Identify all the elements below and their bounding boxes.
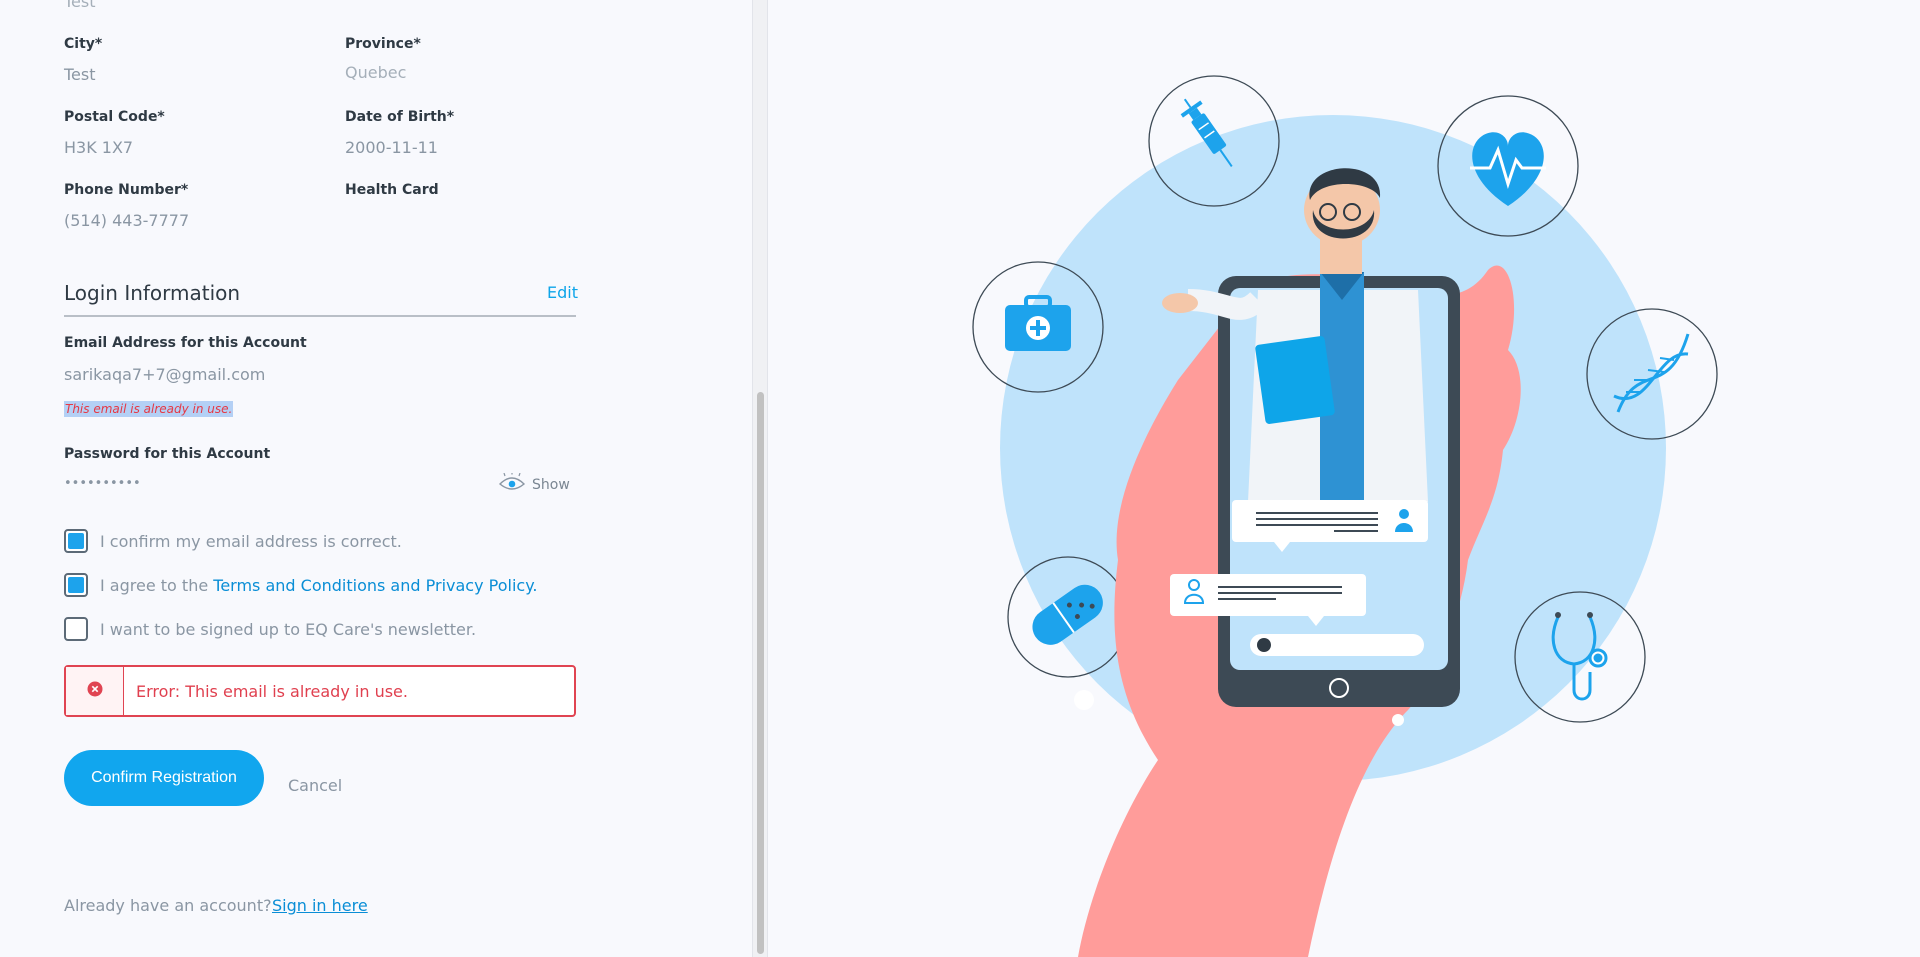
login-section-title: Login Information — [64, 281, 241, 305]
health-card-label: Health Card — [345, 182, 439, 198]
newsletter-row[interactable]: I want to be signed up to EQ Care's news… — [64, 617, 476, 641]
newsletter-checkbox[interactable] — [64, 617, 88, 641]
checkbox-checked-fill — [68, 577, 84, 593]
terms-checkbox[interactable] — [64, 573, 88, 597]
error-message: Error: This email is already in use. — [136, 681, 408, 701]
email-label: Email Address for this Account — [64, 335, 307, 351]
checkbox-checked-fill — [68, 533, 84, 549]
cancel-button[interactable]: Cancel — [288, 776, 342, 795]
terms-link[interactable]: Terms and Conditions and Privacy Policy — [213, 576, 532, 595]
scrollbar-thumb[interactable] — [757, 392, 764, 954]
error-x-icon — [87, 681, 103, 701]
province-field[interactable]: Quebec — [345, 63, 406, 82]
confirm-email-checkbox[interactable] — [64, 529, 88, 553]
show-label: Show — [532, 477, 570, 493]
error-alert: Error: This email is already in use. — [64, 665, 576, 717]
city-field[interactable]: Test — [64, 65, 96, 84]
registration-form: Test City* Test Province* Quebec Postal … — [0, 0, 752, 957]
signin-link[interactable]: Sign in here — [272, 896, 368, 915]
illustration-panel — [768, 0, 1920, 957]
decor-dot — [1074, 690, 1094, 710]
postal-code-field[interactable]: H3K 1X7 — [64, 138, 133, 157]
confirm-email-text: I confirm my email address is correct. — [100, 531, 402, 551]
scrollbar[interactable] — [752, 0, 768, 957]
password-label: Password for this Account — [64, 446, 271, 462]
postal-code-label: Postal Code* — [64, 109, 165, 125]
terms-text: I agree to the Terms and Conditions and … — [100, 576, 537, 595]
phone-field[interactable]: (514) 443-7777 — [64, 211, 189, 230]
terms-row[interactable]: I agree to the Terms and Conditions and … — [64, 573, 537, 597]
confirm-email-row[interactable]: I confirm my email address is correct. — [64, 529, 402, 553]
confirm-registration-button[interactable]: Confirm Registration — [64, 750, 264, 806]
top-field-value: Test — [64, 0, 96, 11]
terms-prefix: I agree to the — [100, 575, 214, 595]
signin-prompt: Already have an account? — [64, 896, 272, 915]
email-field[interactable]: sarikaqa7+7@gmail.com — [64, 365, 265, 384]
newsletter-text: I want to be signed up to EQ Care's news… — [100, 619, 477, 639]
show-password-button[interactable]: Show — [498, 471, 570, 497]
medical-kit-icon — [1005, 295, 1071, 351]
password-field[interactable]: •••••••••• — [64, 476, 141, 491]
province-label: Province* — [345, 36, 421, 52]
eye-icon — [498, 471, 526, 497]
terms-suffix: . — [532, 575, 538, 595]
edit-login-link[interactable]: Edit — [547, 283, 578, 302]
email-error-text: This email is already in use. — [64, 401, 234, 417]
section-divider — [64, 315, 576, 317]
typing-bar — [1250, 634, 1424, 656]
error-icon-cell — [66, 667, 124, 715]
dob-label: Date of Birth* — [345, 109, 455, 125]
decor-dot — [1392, 714, 1404, 726]
dob-field[interactable]: 2000-11-11 — [345, 138, 438, 157]
telemedicine-illustration — [972, 75, 1718, 957]
city-label: City* — [64, 36, 103, 52]
phone-label: Phone Number* — [64, 182, 189, 198]
